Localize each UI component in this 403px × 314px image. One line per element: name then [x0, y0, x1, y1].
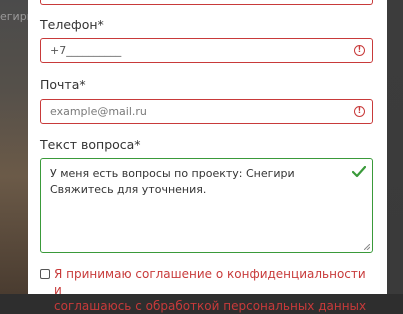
question-textarea[interactable]: У меня есть вопросы по проекту: Снегири …: [40, 158, 373, 253]
error-icon: !: [354, 106, 365, 117]
consent-checkbox[interactable]: [40, 269, 50, 279]
email-field[interactable]: example@mail.ru !: [40, 99, 373, 124]
email-placeholder: example@mail.ru: [50, 105, 147, 118]
resize-handle[interactable]: [364, 244, 370, 250]
phone-label: Телефон*: [40, 17, 104, 32]
consent-text[interactable]: Я принимаю соглашение о конфиденциальнос…: [54, 266, 374, 314]
question-line: Свяжитесь для уточнения.: [50, 183, 207, 196]
consent-line: Я принимаю соглашение о конфиденциальнос…: [54, 267, 366, 297]
consent-line: соглашаюсь с обработкой персональных дан…: [54, 299, 367, 313]
question-line: У меня есть вопросы по проекту: Снегири: [50, 167, 295, 180]
background-photo: егири: [0, 0, 28, 294]
check-icon: [352, 166, 366, 178]
question-modal: Телефон* +7__________ ! Почта* example@m…: [28, 0, 387, 313]
previous-field[interactable]: [40, 0, 373, 5]
question-label: Текст вопроса*: [40, 137, 141, 152]
breadcrumb: егири: [0, 10, 28, 23]
error-icon: !: [354, 45, 365, 56]
phone-field[interactable]: +7__________ !: [40, 38, 373, 63]
email-label: Почта*: [40, 77, 86, 92]
phone-value: +7__________: [50, 44, 122, 57]
